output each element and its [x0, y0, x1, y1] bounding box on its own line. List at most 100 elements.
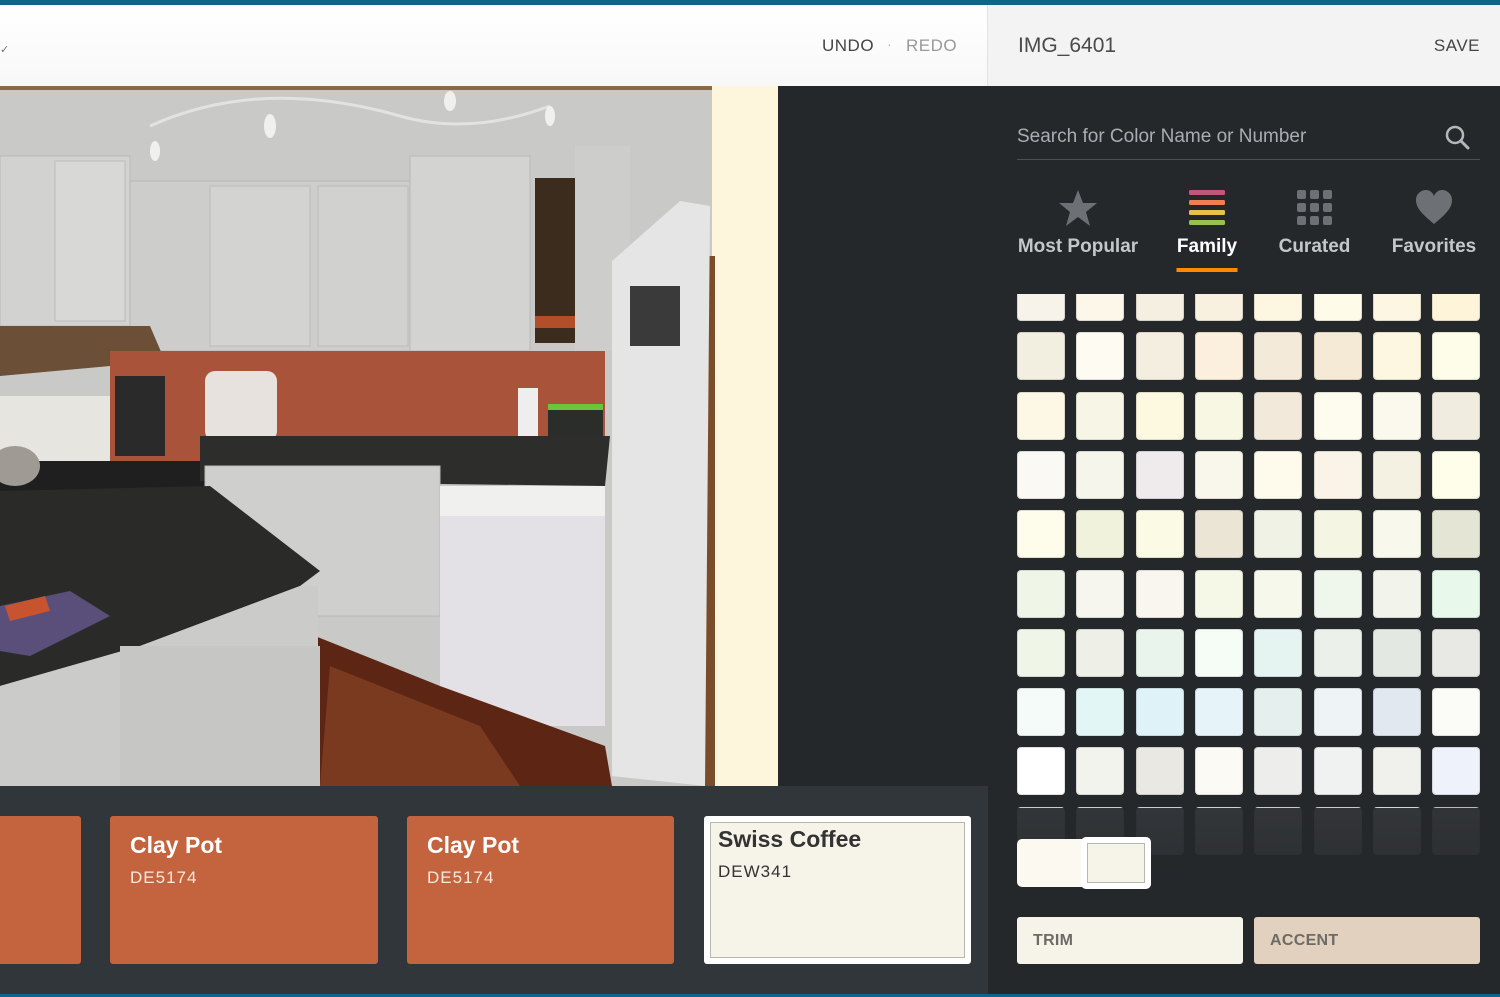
- heart-icon: [1416, 190, 1452, 224]
- color-chip-clay-pot-1[interactable]: Clay Pot DE5174: [110, 816, 378, 964]
- color-swatch[interactable]: [1313, 450, 1362, 499]
- color-swatch[interactable]: [1194, 294, 1243, 321]
- color-swatch[interactable]: [1372, 294, 1421, 321]
- color-chip-name: Clay Pot: [427, 832, 520, 858]
- color-swatch[interactable]: [1432, 450, 1481, 499]
- save-button[interactable]: SAVE: [1434, 36, 1480, 56]
- color-swatch[interactable]: [1017, 688, 1065, 737]
- color-swatch[interactable]: [1017, 510, 1065, 559]
- trim-button[interactable]: TRIM: [1017, 917, 1243, 964]
- room-photo[interactable]: [0, 86, 778, 786]
- color-swatch[interactable]: [1135, 510, 1184, 559]
- color-swatch[interactable]: [1135, 450, 1184, 499]
- color-swatch[interactable]: [1372, 332, 1421, 381]
- color-swatch[interactable]: [1432, 628, 1481, 677]
- color-swatch[interactable]: [1372, 628, 1421, 677]
- chevron-icon[interactable]: ✓: [0, 43, 9, 56]
- color-swatch[interactable]: [1017, 628, 1065, 677]
- color-swatch[interactable]: [1076, 688, 1125, 737]
- search-icon[interactable]: [1444, 124, 1470, 150]
- color-swatch[interactable]: [1017, 294, 1065, 321]
- color-swatch[interactable]: [1076, 294, 1125, 321]
- color-swatch[interactable]: [1432, 391, 1481, 440]
- color-swatch[interactable]: [1135, 688, 1184, 737]
- color-swatch[interactable]: [1432, 332, 1481, 381]
- color-swatch[interactable]: [1076, 510, 1125, 559]
- color-swatch[interactable]: [1017, 391, 1065, 440]
- color-swatch[interactable]: [1194, 628, 1243, 677]
- color-swatch[interactable]: [1076, 332, 1125, 381]
- color-chip-clay-pot-2[interactable]: Clay Pot DE5174: [407, 816, 674, 964]
- color-swatch[interactable]: [1194, 510, 1243, 559]
- color-swatch[interactable]: [1372, 510, 1421, 559]
- color-swatch[interactable]: [1254, 569, 1303, 618]
- color-swatch[interactable]: [1372, 688, 1421, 737]
- color-swatch[interactable]: [1254, 294, 1303, 321]
- color-swatch[interactable]: [1254, 332, 1303, 381]
- color-swatch[interactable]: [1254, 510, 1303, 559]
- project-header: IMG_6401 SAVE: [988, 5, 1500, 86]
- color-swatch[interactable]: [1076, 628, 1125, 677]
- color-swatch[interactable]: [1194, 569, 1243, 618]
- color-swatch[interactable]: [1432, 294, 1481, 321]
- color-swatch-grid[interactable]: [1017, 294, 1482, 894]
- color-swatch[interactable]: [1313, 294, 1362, 321]
- color-swatch[interactable]: [1076, 569, 1125, 618]
- kitchen-photo-illustration: [0, 86, 778, 786]
- color-swatch[interactable]: [1135, 628, 1184, 677]
- color-swatch[interactable]: [1017, 747, 1065, 796]
- color-swatch[interactable]: [1135, 294, 1184, 321]
- color-swatch[interactable]: [1254, 391, 1303, 440]
- color-swatch[interactable]: [1135, 391, 1184, 440]
- search-input[interactable]: Search for Color Name or Number: [1017, 126, 1306, 148]
- color-search-field[interactable]: Search for Color Name or Number: [1017, 118, 1480, 160]
- color-swatch[interactable]: [1372, 569, 1421, 618]
- color-compare-toggle[interactable]: [1017, 837, 1151, 889]
- color-swatch[interactable]: [1076, 747, 1125, 796]
- color-chip-swiss-coffee[interactable]: Swiss Coffee DEW341: [704, 816, 971, 964]
- color-swatch[interactable]: [1194, 688, 1243, 737]
- color-swatch[interactable]: [1313, 628, 1362, 677]
- tab-favorites[interactable]: Favorites: [1388, 186, 1480, 276]
- color-swatch[interactable]: [1432, 688, 1481, 737]
- color-swatch[interactable]: [1194, 391, 1243, 440]
- accent-button[interactable]: ACCENT: [1254, 917, 1480, 964]
- color-swatch[interactable]: [1017, 450, 1065, 499]
- color-chip-name: Swiss Coffee: [718, 826, 862, 852]
- color-swatch[interactable]: [1432, 510, 1481, 559]
- color-swatch[interactable]: [1254, 688, 1303, 737]
- color-swatch[interactable]: [1313, 332, 1362, 381]
- color-swatch[interactable]: [1076, 450, 1125, 499]
- tab-most-popular[interactable]: Most Popular: [1016, 186, 1140, 276]
- undo-button[interactable]: UNDO: [822, 36, 874, 56]
- color-swatch[interactable]: [1135, 747, 1184, 796]
- color-swatch[interactable]: [1194, 450, 1243, 499]
- color-swatch[interactable]: [1254, 628, 1303, 677]
- color-swatch[interactable]: [1017, 569, 1065, 618]
- color-swatch[interactable]: [1135, 569, 1184, 618]
- color-swatch[interactable]: [1372, 747, 1421, 796]
- color-swatch[interactable]: [1194, 332, 1243, 381]
- color-swatch[interactable]: [1017, 332, 1065, 381]
- color-swatch[interactable]: [1254, 450, 1303, 499]
- redo-button[interactable]: REDO: [906, 36, 957, 56]
- tab-curated[interactable]: Curated: [1272, 186, 1357, 276]
- color-swatch[interactable]: [1194, 747, 1243, 796]
- color-swatch[interactable]: [1313, 391, 1362, 440]
- color-swatch[interactable]: [1372, 391, 1421, 440]
- color-swatch[interactable]: [1313, 569, 1362, 618]
- image-title: IMG_6401: [1018, 34, 1117, 57]
- color-swatch[interactable]: [1254, 747, 1303, 796]
- color-swatch[interactable]: [1432, 569, 1481, 618]
- color-chip-partial[interactable]: [0, 816, 81, 964]
- tab-family[interactable]: Family: [1168, 186, 1246, 276]
- color-swatch[interactable]: [1076, 391, 1125, 440]
- star-icon: [1059, 190, 1097, 226]
- color-swatch[interactable]: [1372, 450, 1421, 499]
- photo-stage: [0, 86, 988, 786]
- color-swatch[interactable]: [1313, 510, 1362, 559]
- color-swatch[interactable]: [1313, 747, 1362, 796]
- color-swatch[interactable]: [1135, 332, 1184, 381]
- color-swatch[interactable]: [1313, 688, 1362, 737]
- color-swatch[interactable]: [1432, 747, 1481, 796]
